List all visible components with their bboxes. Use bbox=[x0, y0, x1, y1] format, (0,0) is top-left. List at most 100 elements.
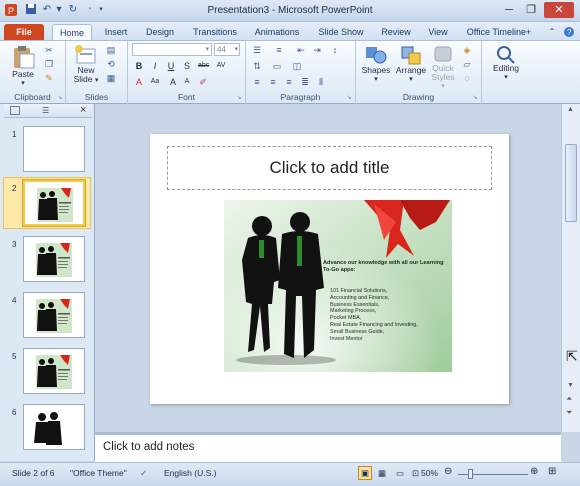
slide-picture[interactable]: Advance our knowledge with all our Learn… bbox=[224, 200, 452, 372]
status-bar: Slide 2 of 6 "Office Theme" ✓ English (U… bbox=[0, 462, 580, 486]
fit-slide-icon[interactable]: ⊞ bbox=[548, 466, 556, 477]
tab-office-timeline[interactable]: Office Timeline+ bbox=[464, 24, 534, 40]
app-item: Small Business Guide, bbox=[330, 328, 385, 335]
tab-file[interactable]: File bbox=[4, 24, 44, 40]
vertical-scrollbar[interactable]: ▲ ▼ ⏶ ⏷ bbox=[561, 104, 580, 432]
tab-design[interactable]: Design bbox=[142, 24, 178, 40]
smartart-icon[interactable]: ◫ bbox=[292, 61, 302, 71]
restore-icon[interactable]: ❐ bbox=[520, 2, 542, 18]
close-pane-icon[interactable]: × bbox=[80, 104, 86, 116]
zoom-out-icon[interactable]: ⊖ bbox=[444, 466, 452, 477]
tab-home[interactable]: Home bbox=[52, 24, 92, 40]
reset-icon[interactable]: ⟲ bbox=[106, 59, 116, 69]
app-item: Real Estate Financing and Investing, bbox=[330, 321, 418, 328]
bullets-icon[interactable]: ☰ bbox=[252, 45, 262, 55]
cut-icon[interactable]: ✂ bbox=[44, 45, 54, 55]
layout-icon[interactable]: ▤ bbox=[106, 45, 116, 55]
increase-font-icon[interactable]: A bbox=[168, 77, 178, 87]
numbering-icon[interactable]: ≡ bbox=[274, 45, 284, 55]
tab-review[interactable]: Review bbox=[378, 24, 414, 40]
next-slide-icon[interactable]: ⏷ bbox=[566, 408, 572, 418]
tab-view[interactable]: View bbox=[424, 24, 452, 40]
slide-thumbnail[interactable] bbox=[23, 292, 85, 338]
reading-view-icon[interactable]: ▭ bbox=[396, 468, 404, 479]
format-painter-icon[interactable]: ✎ bbox=[44, 73, 54, 83]
text-direction-icon[interactable]: ⇅ bbox=[252, 61, 262, 71]
font-name-combo[interactable]: ▾ bbox=[132, 43, 212, 56]
underline-icon[interactable]: U bbox=[166, 61, 176, 71]
scroll-thumb[interactable] bbox=[565, 144, 577, 222]
font-color-icon[interactable]: A bbox=[134, 77, 144, 87]
quick-styles-label: Quick Styles bbox=[431, 63, 455, 82]
shapes-button[interactable]: Shapes ▾ bbox=[360, 44, 392, 84]
zoom-in-icon[interactable]: ⊕ bbox=[530, 466, 538, 477]
italic-icon[interactable]: I bbox=[150, 61, 160, 71]
normal-view-icon[interactable]: ▣ bbox=[358, 466, 372, 480]
increase-indent-icon[interactable]: ⇥ bbox=[312, 45, 322, 55]
quick-styles-icon bbox=[434, 46, 452, 62]
new-slide-button[interactable]: New Slide ▾ bbox=[70, 44, 102, 85]
arrange-button[interactable]: Arrange ▾ bbox=[394, 44, 428, 84]
strikethrough-icon[interactable]: abc bbox=[198, 61, 209, 71]
shape-outline-icon[interactable]: ▱ bbox=[462, 59, 472, 69]
align-left-icon[interactable]: ≡ bbox=[252, 77, 262, 87]
app-item: Pocket MBA, bbox=[330, 315, 362, 322]
language-indicator[interactable]: English (U.S.) bbox=[164, 468, 216, 478]
slide-thumbnail[interactable] bbox=[22, 179, 86, 227]
help-icon[interactable]: ? bbox=[562, 24, 576, 40]
font-launcher-icon[interactable]: ↘ bbox=[234, 93, 244, 103]
slide-thumbnail[interactable] bbox=[23, 404, 85, 450]
decrease-font-icon[interactable]: A bbox=[182, 77, 192, 87]
new-slide-icon bbox=[75, 45, 96, 64]
previous-slide-icon[interactable]: ⏶ bbox=[566, 394, 572, 404]
center-icon[interactable]: ≡ bbox=[268, 77, 278, 87]
drawing-launcher-icon[interactable]: ↘ bbox=[470, 93, 480, 103]
minimize-icon[interactable]: ─ bbox=[498, 2, 520, 18]
tab-transitions[interactable]: Transitions bbox=[190, 24, 240, 40]
theme-name[interactable]: "Office Theme" bbox=[70, 468, 127, 478]
slides-group-label: Slides bbox=[84, 92, 109, 102]
slides-tab-icon[interactable] bbox=[10, 106, 20, 115]
font-size-combo[interactable]: 44 ▾ bbox=[214, 43, 240, 56]
shape-effects-icon[interactable]: ◌ bbox=[462, 73, 472, 83]
character-spacing-icon[interactable]: AV bbox=[216, 61, 226, 71]
tab-insert[interactable]: Insert bbox=[98, 24, 134, 40]
align-right-icon[interactable]: ≡ bbox=[284, 77, 294, 87]
slide-sorter-icon[interactable]: ▦ bbox=[378, 468, 386, 479]
close-icon[interactable]: ✕ bbox=[544, 2, 574, 18]
title-placeholder[interactable]: Click to add title bbox=[167, 146, 492, 190]
align-text-icon[interactable]: ▭ bbox=[272, 61, 282, 71]
editing-button[interactable]: Editing ▾ bbox=[486, 44, 526, 82]
clear-formatting-icon[interactable]: ✐ bbox=[198, 77, 208, 87]
tab-slide-show[interactable]: Slide Show bbox=[316, 24, 366, 40]
copy-icon[interactable]: ❐ bbox=[44, 59, 54, 69]
tab-animations[interactable]: Animations bbox=[252, 24, 302, 40]
slide-thumbnail[interactable] bbox=[23, 126, 85, 172]
columns-icon[interactable]: ⫴ bbox=[316, 77, 326, 87]
slide-thumbnail[interactable] bbox=[23, 348, 85, 394]
shadow-icon[interactable]: S bbox=[182, 61, 192, 71]
minimize-ribbon-icon[interactable]: ⌃ bbox=[546, 24, 558, 40]
bold-icon[interactable]: B bbox=[134, 61, 144, 71]
clipboard-launcher-icon[interactable]: ↘ bbox=[55, 93, 65, 103]
quick-styles-button[interactable]: Quick Styles ▾ bbox=[428, 44, 458, 91]
justify-icon[interactable]: ≣ bbox=[300, 77, 310, 87]
decrease-indent-icon[interactable]: ⇤ bbox=[296, 45, 306, 55]
line-spacing-icon[interactable]: ↕ bbox=[330, 45, 340, 55]
slide-thumbnail[interactable] bbox=[23, 236, 85, 282]
paragraph-launcher-icon[interactable]: ↘ bbox=[344, 93, 354, 103]
section-icon[interactable]: ▦ bbox=[106, 73, 116, 83]
thumbnail-number: 4 bbox=[12, 296, 17, 305]
shape-fill-icon[interactable]: ◈ bbox=[462, 45, 472, 55]
scroll-down-icon[interactable]: ▼ bbox=[567, 382, 574, 389]
slide-show-icon[interactable]: ⊡ bbox=[412, 468, 419, 479]
notes-pane[interactable]: Click to add notes bbox=[95, 432, 561, 462]
outline-tab-icon[interactable]: ☰ bbox=[42, 106, 56, 115]
thumbnail-preview bbox=[34, 412, 62, 445]
zoom-level[interactable]: 50% bbox=[421, 468, 438, 478]
change-case-icon[interactable]: Aa bbox=[150, 77, 160, 87]
zoom-slider-thumb[interactable] bbox=[468, 469, 473, 479]
spelling-check-icon[interactable]: ✓ bbox=[140, 468, 147, 479]
scroll-up-icon[interactable]: ▲ bbox=[567, 106, 574, 113]
paste-button[interactable]: Paste ▾ bbox=[6, 44, 40, 88]
